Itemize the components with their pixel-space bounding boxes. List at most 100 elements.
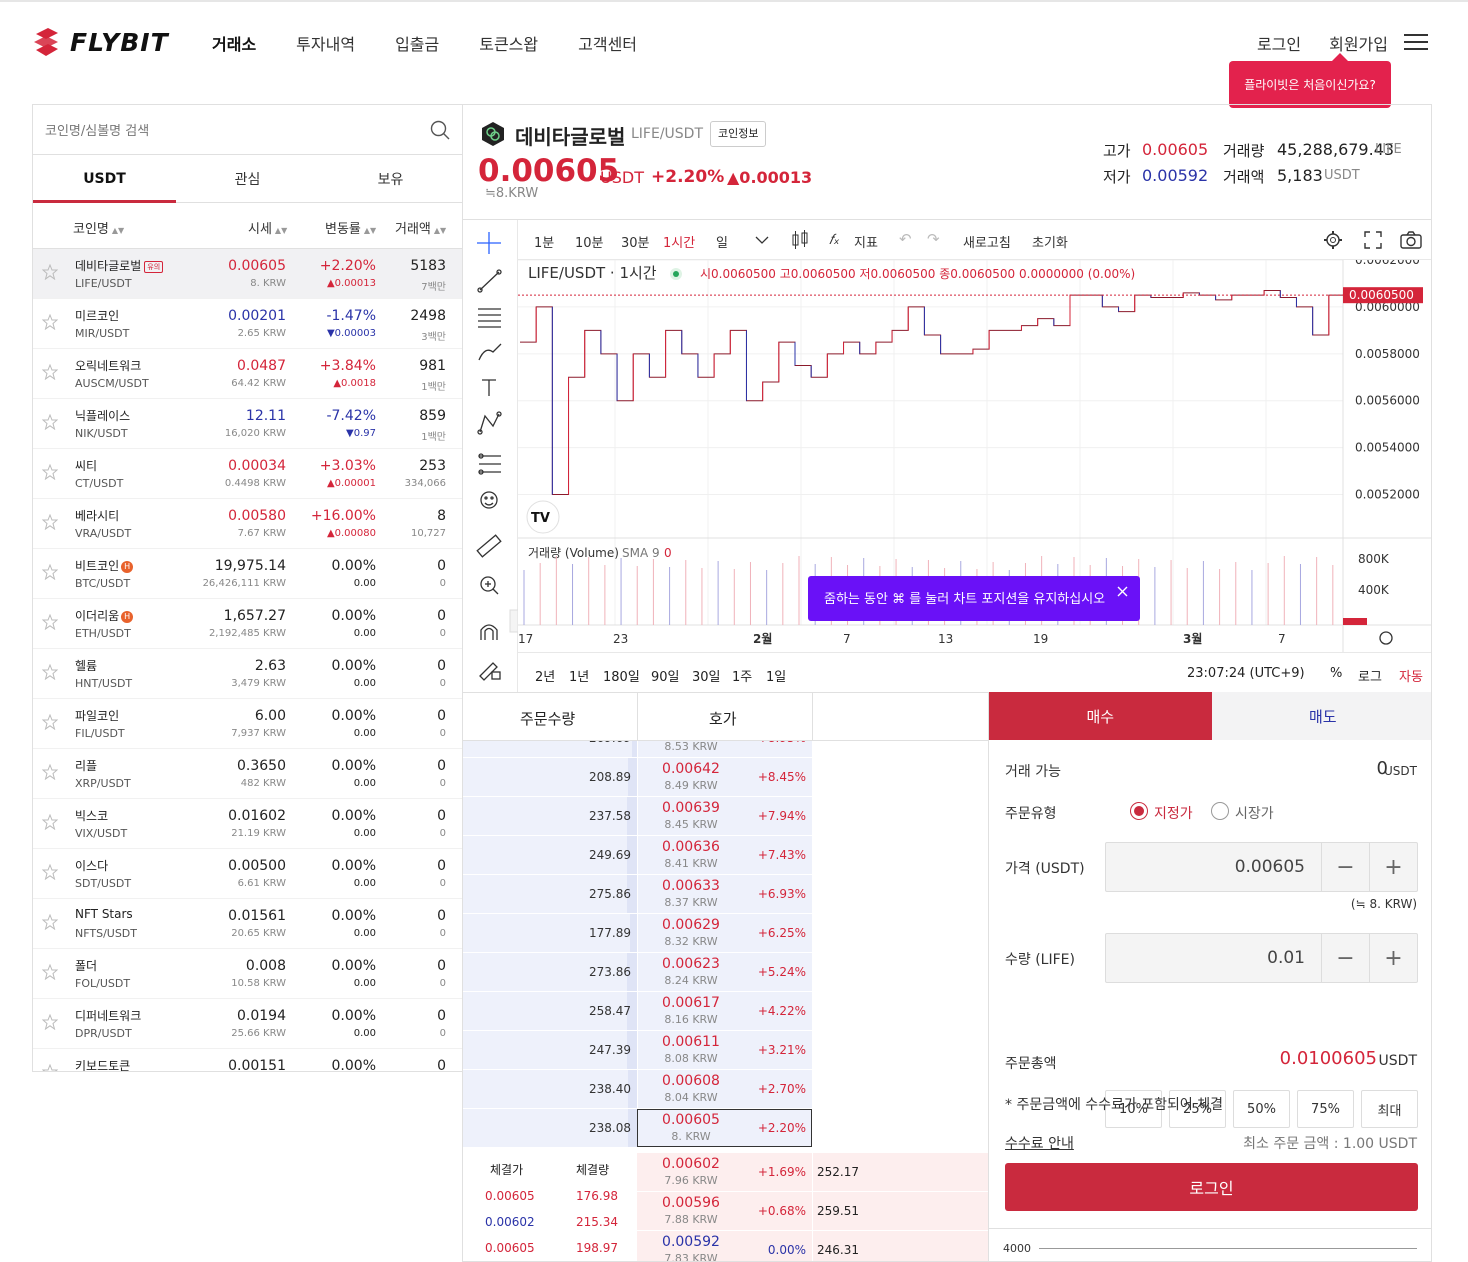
search-input[interactable]: 코인명/심볼명 검색 [45,120,149,139]
market-row[interactable]: 디퍼네트워크 DPR/USDT 0.0194 25.66 KRW 0.00% 0.00 0 0 [33,999,462,1049]
market-row[interactable]: 베라시티 VRA/USDT 0.00580 7.67 KRW +16.00% ▲0.000… [33,499,462,549]
ask-row[interactable]: 269.690.006458.53 KRW+8.95% [463,741,988,758]
limit-radio[interactable] [1130,802,1148,820]
favorite-star-icon[interactable] [42,664,58,680]
favorite-star-icon[interactable] [42,714,58,730]
reset-button[interactable]: 초기화 [1032,232,1068,251]
market-label[interactable]: 시장가 [1235,803,1274,823]
col-coin-name[interactable]: 코인명 ▲▼ [73,218,124,237]
fib-icon[interactable] [478,308,501,328]
pct-50-button[interactable]: 50% [1233,1090,1290,1128]
crosshair-icon[interactable] [477,232,501,254]
search-bar[interactable]: 코인명/심볼명 검색 [33,105,462,155]
favorite-star-icon[interactable] [42,964,58,980]
trendline-icon[interactable] [477,269,502,293]
col-change[interactable]: 변동률 ▲▼ [325,218,376,237]
market-row[interactable]: 헬륨 HNT/USDT 2.63 3,479 KRW 0.00% 0.00 0 0 [33,649,462,699]
ask-row[interactable]: 237.58 0.00639 8.45 KRW +7.94% [463,797,988,836]
magnet-icon[interactable] [480,624,498,640]
pattern-icon[interactable] [477,411,502,435]
nav-exchange[interactable]: 거래소 [212,31,256,55]
quantity-increase-button[interactable]: + [1369,934,1417,982]
favorite-star-icon[interactable] [42,764,58,780]
nav-customer-center[interactable]: 고객센터 [578,31,637,55]
quantity-decrease-button[interactable]: − [1321,934,1369,982]
market-row[interactable]: 비트코인 H BTC/USDT 19,975.14 26,426,111 KRW 0.00… [33,549,462,599]
price-increase-button[interactable]: + [1369,843,1417,891]
market-row[interactable]: 파일코인 FIL/USDT 6.00 7,937 KRW 0.00% 0.00 0 0 [33,699,462,749]
scale-log[interactable]: 로그 [1358,666,1382,685]
tab-usdt[interactable]: USDT [33,155,176,203]
undo-icon[interactable]: ↶ [899,230,912,248]
range-1d[interactable]: 1일 [766,666,786,685]
ask-row[interactable]: 238.08 0.00605 8. KRW +2.20% [463,1109,988,1148]
range-180d[interactable]: 180일 [603,666,640,685]
favorite-star-icon[interactable] [42,364,58,380]
ruler-icon[interactable] [476,534,502,558]
favorite-star-icon[interactable] [42,914,58,930]
price-chart[interactable]: 0.00620000.00600000.00580000.00560000.00… [518,260,1432,652]
market-row[interactable]: 리플 XRP/USDT 0.3650 482 KRW 0.00% 0.00 0 0 [33,749,462,799]
brush-icon[interactable] [478,343,502,361]
tab-sell[interactable]: 매도 [1211,692,1431,740]
market-row[interactable]: NFT Stars NFTS/USDT 0.01561 20.65 KRW 0.00% 0… [33,899,462,949]
scale-auto[interactable]: 자동 [1399,666,1423,685]
pct-75-button[interactable]: 75% [1297,1090,1354,1128]
favorite-star-icon[interactable] [42,564,58,580]
settings-icon[interactable] [1323,230,1343,250]
favorite-star-icon[interactable] [42,1064,58,1072]
pct-max-button[interactable]: 최대 [1361,1090,1418,1128]
indicators-button[interactable]: 지표 [854,232,878,251]
order-login-button[interactable]: 로그인 [1005,1163,1418,1211]
interval-1h[interactable]: 1시간 [663,232,695,251]
coin-info-button[interactable]: 코인정보 [710,121,767,147]
price-decrease-button[interactable]: − [1321,843,1369,891]
interval-1m[interactable]: 1분 [534,232,554,251]
favorite-star-icon[interactable] [42,314,58,330]
col-price[interactable]: 시세 ▲▼ [248,218,287,237]
ask-row[interactable]: 249.69 0.00636 8.41 KRW +7.43% [463,836,988,875]
favorite-star-icon[interactable] [42,514,58,530]
ask-row[interactable]: 208.89 0.00642 8.49 KRW +8.45% [463,758,988,797]
login-link[interactable]: 로그인 [1257,31,1301,55]
fee-info-link[interactable]: 수수료 안내 [1005,1133,1074,1153]
bid-row[interactable]: 0.00592 7.83 KRW 0.00% 246.31 [637,1231,988,1261]
collapse-toolbar-handle[interactable] [509,609,519,633]
range-1w[interactable]: 1주 [732,666,752,685]
favorite-star-icon[interactable] [42,414,58,430]
candle-type-icon[interactable] [791,230,809,250]
market-row[interactable]: 폴더 FOL/USDT 0.008 10.58 KRW 0.00% 0.00 0 0 [33,949,462,999]
col-volume[interactable]: 거래액 ▲▼ [395,218,446,237]
market-row[interactable]: 데비타글로벌 유의 LIFE/USDT 0.00605 8. KRW +2.20% ▲0.0… [33,249,462,299]
tab-favorites[interactable]: 관심 [176,155,319,202]
search-icon[interactable] [430,120,450,140]
interval-30m[interactable]: 30분 [621,232,650,251]
market-row[interactable]: 미르코인 MIR/USDT 0.00201 2.65 KRW -1.47% ▼0.0000… [33,299,462,349]
nav-token-swap[interactable]: 토큰스왑 [479,31,538,55]
price-input[interactable]: 0.00605 − + [1105,842,1418,892]
nav-investments[interactable]: 투자내역 [296,31,355,55]
ask-row[interactable]: 273.86 0.00623 8.24 KRW +5.24% [463,953,988,992]
indicator-icon[interactable]: 𝑓ₓ [829,232,840,248]
ask-row[interactable]: 275.86 0.00633 8.37 KRW +6.93% [463,875,988,914]
bid-row[interactable]: 0.00596 7.88 KRW +0.68% 259.51 [637,1192,988,1230]
range-90d[interactable]: 90일 [651,666,680,685]
market-row[interactable]: 씨티 CT/USDT 0.00034 0.4498 KRW +3.03% ▲0.00001… [33,449,462,499]
favorite-star-icon[interactable] [42,264,58,280]
market-radio[interactable] [1211,802,1229,820]
ask-row[interactable]: 247.39 0.00611 8.08 KRW +3.21% [463,1031,988,1070]
text-icon[interactable] [482,379,496,396]
tab-holdings[interactable]: 보유 [319,155,462,202]
market-row[interactable]: 오릭네트워크 AUSCM/USDT 0.0487 64.42 KRW +3.84% ▲0.… [33,349,462,399]
favorite-star-icon[interactable] [42,864,58,880]
market-row[interactable]: 닉플레이스 NIK/USDT 12.11 16,020 KRW -7.42% ▼0.97 8… [33,399,462,449]
market-row[interactable]: 이스다 SDT/USDT 0.00500 6.61 KRW 0.00% 0.00 0 0 [33,849,462,899]
favorite-star-icon[interactable] [42,814,58,830]
emoji-icon[interactable] [480,491,498,509]
ask-row[interactable]: 177.89 0.00629 8.32 KRW +6.25% [463,914,988,953]
interval-day[interactable]: 일 [716,232,728,251]
range-1y[interactable]: 1년 [569,666,589,685]
zoom-in-icon[interactable] [480,576,499,595]
ask-row[interactable]: 258.47 0.00617 8.16 KRW +4.22% [463,992,988,1031]
range-2y[interactable]: 2년 [535,666,555,685]
